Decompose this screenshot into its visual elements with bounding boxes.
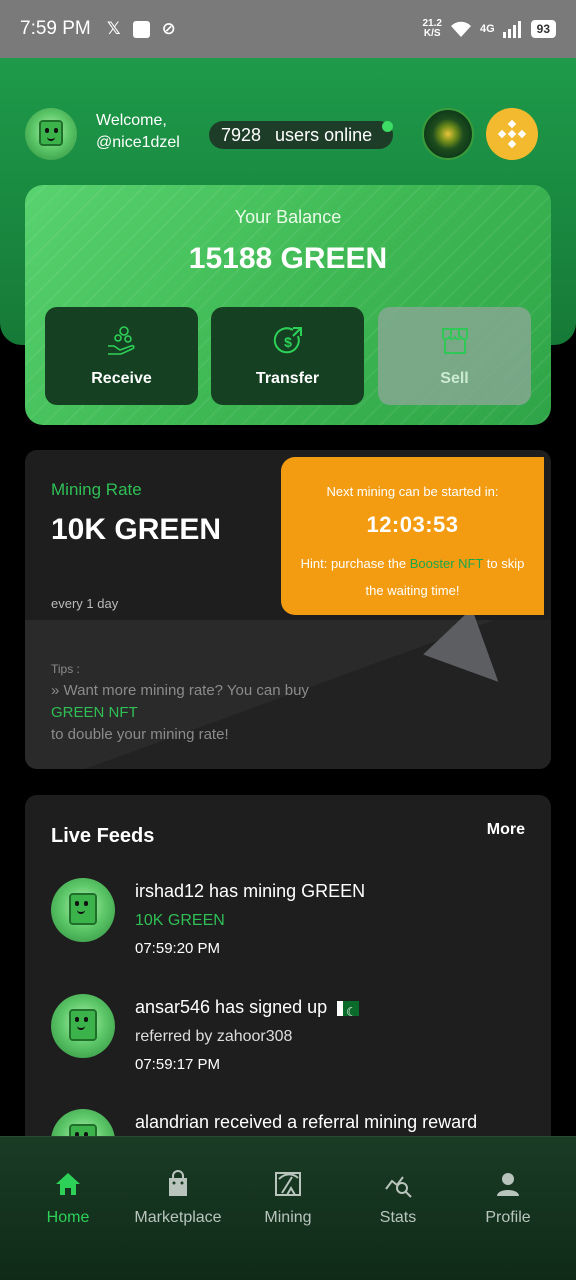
green-nft-link[interactable]: GREEN NFT [51,702,309,724]
bottom-navigation: Home Marketplace Mining Stats Profile [0,1136,576,1280]
stats-search-icon [385,1176,412,1198]
mining-card: Mining Rate 10K GREEN every 1 day Tips :… [25,450,551,769]
nav-profile[interactable]: Profile [453,1137,563,1280]
network-speed: 21.2 K/S [422,19,441,39]
welcome-text: Welcome, @nice1dzel [96,110,180,154]
tips-line-2: to double your mining rate! [51,726,229,743]
balance-value: 15188 GREEN [188,242,388,275]
network-speed-unit: K/S [423,28,441,39]
pakistan-flag-icon [337,999,360,1025]
user-avatar[interactable] [25,108,77,160]
hint-prefix: Hint: purchase the [300,556,410,571]
app-notification-icon [132,20,150,38]
link-icon: ⊘ [161,19,176,38]
mining-rate-value: 10K GREEN [51,513,222,546]
nav-stats-label: Stats [379,1209,417,1226]
receive-hand-icon [107,326,135,355]
dollar-transfer-icon: $ [273,327,302,354]
online-label: users online [275,124,373,145]
live-feeds-title: Live Feeds [51,825,155,847]
nav-stats[interactable]: Stats [343,1137,453,1280]
mining-tips: Tips : » Want more mining rate? You can … [51,658,309,746]
tips-line-1: » Want more mining rate? You can buy [51,682,309,699]
welcome-label: Welcome, [96,112,167,129]
username: @nice1dzel [96,134,180,151]
nav-marketplace-label: Marketplace [134,1209,222,1226]
system-icons: 21.2 K/S 4G 93 [422,19,556,39]
wifi-icon [450,21,471,37]
booster-nft-link[interactable]: Booster NFT [410,556,483,571]
users-online-badge: 7928 users online [209,121,393,149]
receive-button[interactable]: Receive [45,307,198,405]
receive-label: Receive [91,370,152,387]
online-status-dot [382,121,393,132]
live-feeds-card: Live Feeds More irshad12 has mining GREE… [25,795,551,1195]
next-mining-panel: Next mining can be started in: 12:03:53 … [281,457,544,615]
feed-message: irshad12 has mining GREEN [135,881,366,901]
store-icon [441,328,468,354]
mining-period: every 1 day [51,596,119,611]
status-time: 7:59 PM [20,18,91,39]
home-icon [56,1173,80,1195]
svg-text:$: $ [284,334,292,350]
nav-mining[interactable]: Mining [233,1137,343,1280]
nav-home[interactable]: Home [13,1137,123,1280]
online-count: 7928 [221,124,262,145]
balance-title: Your Balance [234,207,342,227]
feed-time: 07:59:20 PM [135,940,221,957]
binance-logo-icon [497,119,527,149]
next-mining-title: Next mining can be started in: [326,484,499,499]
notification-icons: 𝕏 ⊘ [105,19,178,38]
signal-icon [502,21,521,38]
nav-profile-label: Profile [485,1209,531,1226]
balance-card: Your Balance 15188 GREEN Receive $ Trans… [25,185,551,425]
nav-mining-label: Mining [264,1209,312,1226]
sell-button[interactable]: Sell [378,307,531,405]
mining-rate-label: Mining Rate [51,480,142,499]
feed-detail: referred by zahoor308 [135,1028,293,1045]
battery-icon: 93 [530,20,556,38]
person-icon [497,1173,519,1196]
x-logo-icon: 𝕏 [106,19,121,38]
feed-time: 07:59:17 PM [135,1056,221,1073]
transfer-button[interactable]: $ Transfer [211,307,364,405]
pickaxe-icon [275,1172,301,1196]
mining-countdown-timer: 12:03:53 [366,512,459,537]
tips-heading: Tips : [51,662,80,676]
more-button[interactable]: More [487,821,525,839]
feed-avatar [51,878,115,942]
nav-marketplace[interactable]: Marketplace [123,1137,233,1280]
booster-hint: Hint: purchase the Booster NFT to skip t… [281,550,544,604]
feed-message-row: ansar546 has signed up [135,994,535,1025]
status-bar: 7:59 PM 𝕏 ⊘ 21.2 K/S 4G 93 [0,0,576,58]
feed-message: alandrian received a referral mining rew… [135,1112,478,1132]
shopping-bag-icon [169,1170,187,1196]
nav-home-label: Home [46,1209,90,1226]
feed-detail: 10K GREEN [135,912,225,929]
transfer-label: Transfer [255,370,320,387]
feed-avatar [51,994,115,1058]
feed-message: ansar546 has signed up [135,997,328,1017]
green-token-orb-button[interactable] [422,108,474,160]
sell-label: Sell [440,370,469,387]
binance-button[interactable] [486,108,538,160]
network-type: 4G [479,23,495,35]
